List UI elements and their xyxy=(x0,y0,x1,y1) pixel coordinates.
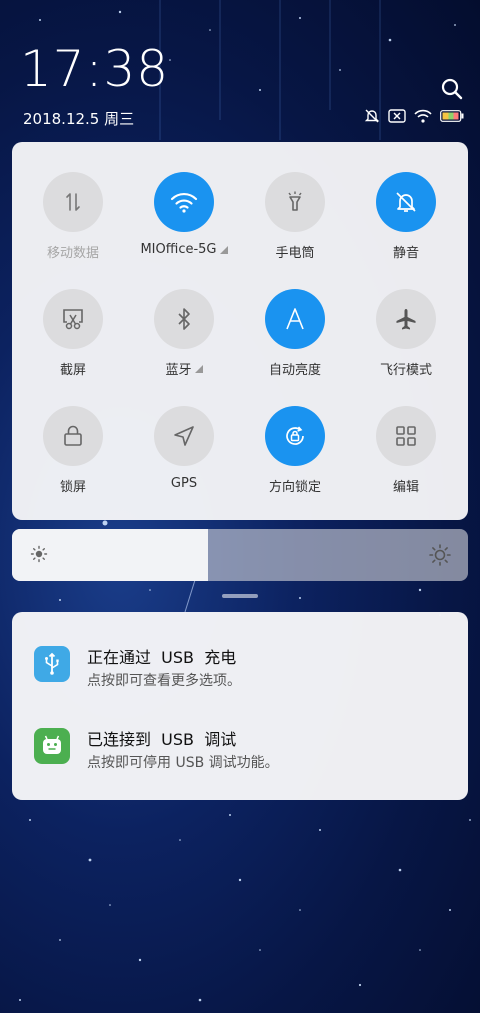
tile-edit[interactable]: 编辑 xyxy=(350,406,462,495)
battery-icon xyxy=(440,110,464,122)
tile-label: MIOffice-5G xyxy=(140,242,217,257)
tile-bluetooth[interactable]: 蓝牙 xyxy=(128,289,240,378)
bluetooth-icon xyxy=(178,308,190,330)
tile-label: 蓝牙 xyxy=(165,363,192,378)
tile-label: 飞行模式 xyxy=(379,363,432,378)
tile-mobile-data[interactable]: 移动数据 xyxy=(17,172,129,261)
android-icon xyxy=(34,728,70,764)
flashlight-icon xyxy=(288,191,302,211)
tile-lock-screen[interactable]: 锁屏 xyxy=(17,406,129,495)
mute-bell-icon xyxy=(396,192,416,212)
tile-label: 方向锁定 xyxy=(268,480,321,495)
mute-bell-icon xyxy=(364,109,380,123)
notification-title: 正在通过 USB 充电 xyxy=(87,648,237,667)
quick-settings-panel: 移动数据 MIOffice-5G 手电筒 静音 截屏 蓝牙 自动亮度 飞行模式 … xyxy=(12,142,468,520)
search-icon[interactable] xyxy=(440,77,464,101)
tile-label: 编辑 xyxy=(392,480,419,495)
drag-handle[interactable] xyxy=(222,594,258,598)
sun-small-icon xyxy=(30,545,48,563)
clock: 17:38 xyxy=(20,40,170,98)
tile-label: 手电筒 xyxy=(275,246,315,261)
notification-list: 正在通过 USB 充电 点按即可查看更多选项。 已连接到 USB 调试 点按即可… xyxy=(12,612,468,800)
expand-triangle-icon xyxy=(219,245,228,254)
usb-icon xyxy=(34,646,70,682)
no-sim-icon xyxy=(388,109,406,123)
rotation-lock-icon xyxy=(286,426,304,445)
tile-label: 静音 xyxy=(392,246,419,261)
date: 2018.12.5 周三 xyxy=(23,110,135,128)
tile-label: 锁屏 xyxy=(59,480,86,495)
expand-triangle-icon xyxy=(194,364,203,373)
tile-flashlight[interactable]: 手电筒 xyxy=(239,172,351,261)
tile-auto-brightness[interactable]: 自动亮度 xyxy=(239,289,351,378)
tile-gps[interactable]: GPS xyxy=(128,406,240,491)
lock-icon xyxy=(64,425,82,446)
sun-large-icon xyxy=(429,544,451,566)
tile-label: 移动数据 xyxy=(46,246,99,261)
auto-brightness-icon xyxy=(286,308,304,330)
tile-label: 自动亮度 xyxy=(268,363,321,378)
tile-wifi[interactable]: MIOffice-5G xyxy=(128,172,240,257)
mobile-data-icon xyxy=(66,193,80,211)
notification-title: 已连接到 USB 调试 xyxy=(87,730,237,749)
wifi-icon xyxy=(414,109,432,123)
tile-airplane[interactable]: 飞行模式 xyxy=(350,289,462,378)
location-arrow-icon xyxy=(174,426,194,446)
notification-text: 点按即可查看更多选项。 xyxy=(87,673,241,689)
wifi-icon xyxy=(170,192,198,213)
tile-label: GPS xyxy=(170,476,198,491)
notification-usb-charging[interactable]: 正在通过 USB 充电 点按即可查看更多选项。 xyxy=(12,642,468,702)
airplane-icon xyxy=(396,309,416,330)
notification-usb-debugging[interactable]: 已连接到 USB 调试 点按即可停用 USB 调试功能。 xyxy=(12,724,468,784)
grid-edit-icon xyxy=(396,426,416,446)
tile-screenshot[interactable]: 截屏 xyxy=(17,289,129,378)
tile-label: 截屏 xyxy=(59,363,86,378)
status-icons xyxy=(364,108,464,124)
tile-mute[interactable]: 静音 xyxy=(350,172,462,261)
screenshot-icon xyxy=(63,309,83,330)
tile-rotation-lock[interactable]: 方向锁定 xyxy=(239,406,351,495)
brightness-slider[interactable] xyxy=(12,529,468,581)
notification-text: 点按即可停用 USB 调试功能。 xyxy=(87,755,279,771)
